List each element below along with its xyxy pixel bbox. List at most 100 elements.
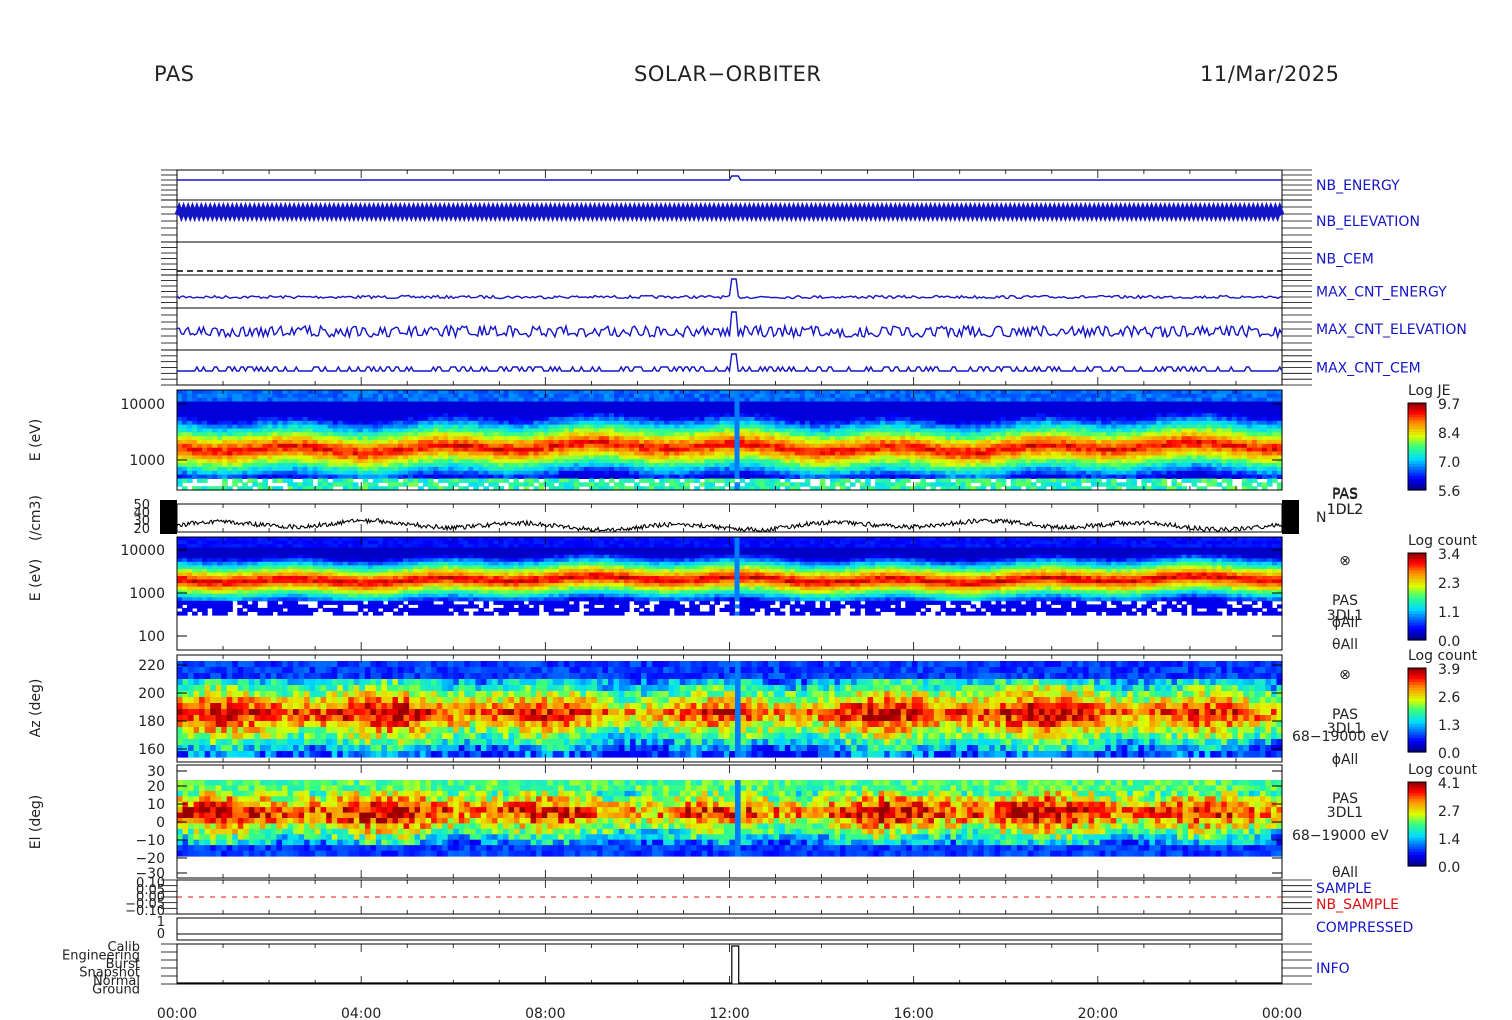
- energy-1dl2-cell: [262, 436, 268, 440]
- energy-1dl2-cell: [1116, 413, 1122, 417]
- energy-1dl2-cell: [212, 421, 218, 425]
- energy-1dl2-cell: [800, 467, 806, 471]
- energy-1dl2-cell: [458, 467, 464, 471]
- energy-1dl2-cell: [408, 413, 414, 417]
- energy-1dl2-cell: [488, 425, 494, 429]
- energy-1dl2-cell: [684, 471, 690, 475]
- energy-1dl2-cell: [1121, 482, 1127, 486]
- energy-1dl2-cell: [348, 479, 354, 483]
- energy-1dl2-cell: [840, 463, 846, 467]
- energy-1dl2-cell: [448, 394, 454, 398]
- energy-1dl2-cell: [534, 429, 540, 433]
- energy-1dl2-cell: [1126, 436, 1132, 440]
- nb-cem-panel: [177, 242, 1282, 275]
- energy-1dl2-cell: [182, 413, 188, 417]
- energy-1dl2-cell: [383, 467, 389, 471]
- energy-1dl2-cell: [544, 432, 550, 436]
- energy-1dl2-cell: [689, 413, 695, 417]
- energy-1dl2-cell: [398, 402, 404, 406]
- energy-1dl2-cell: [775, 471, 781, 475]
- energy-1dl2-cell: [458, 429, 464, 433]
- energy-1dl2-cell: [760, 429, 766, 433]
- energy-1dl2-cell: [468, 463, 474, 467]
- energy-1dl2-cell: [976, 409, 982, 413]
- energy-1dl2-cell: [318, 479, 324, 483]
- energy-1dl2-cell: [549, 432, 555, 436]
- energy-1dl2-cell: [1011, 413, 1017, 417]
- energy-1dl2-cell: [649, 394, 655, 398]
- energy-1dl2-cell: [790, 471, 796, 475]
- energy-1dl2-cell: [1071, 452, 1077, 456]
- energy-1dl2-cell: [1101, 398, 1107, 402]
- energy-1dl2-cell: [679, 421, 685, 425]
- energy-1dl2-cell: [1026, 402, 1032, 406]
- energy-1dl2-cell: [323, 390, 329, 394]
- energy-1dl2-cell: [353, 436, 359, 440]
- energy-1dl2-cell: [1106, 463, 1112, 467]
- energy-1dl2-cell: [514, 475, 520, 479]
- energy-1dl2-cell: [634, 394, 640, 398]
- energy-1dl2-cell: [388, 455, 394, 459]
- energy-1dl2-cell: [895, 479, 901, 483]
- energy-1dl2-cell: [1066, 444, 1072, 448]
- energy-1dl2-cell: [227, 471, 233, 475]
- energy-1dl2-cell: [574, 413, 580, 417]
- energy-1dl2-cell: [278, 459, 284, 463]
- energy-1dl2-cell: [584, 448, 590, 452]
- energy-1dl2-cell: [579, 440, 585, 444]
- energy-1dl2-cell: [820, 421, 826, 425]
- energy-1dl2-cell: [413, 413, 419, 417]
- energy-1dl2-cell: [493, 390, 499, 394]
- energy-1dl2-cell: [323, 448, 329, 452]
- energy-1dl2-cell: [795, 390, 801, 394]
- energy-1dl2-cell: [694, 417, 700, 421]
- energy-1dl2-cell: [383, 436, 389, 440]
- energy-1dl2-cell: [242, 444, 248, 448]
- energy-1dl2-cell: [1146, 429, 1152, 433]
- energy-1dl2-cell: [539, 482, 545, 486]
- energy-1dl2-cell: [720, 448, 726, 452]
- energy-1dl2-cell: [1131, 394, 1137, 398]
- energy-1dl2-cell: [629, 467, 635, 471]
- energy-1dl2-cell: [272, 432, 278, 436]
- energy-1dl2-cell: [941, 405, 947, 409]
- energy-1dl2-cell: [885, 436, 891, 440]
- energy-1dl2-cell: [1031, 444, 1037, 448]
- energy-1dl2-cell: [428, 413, 434, 417]
- energy-1dl2-cell: [1026, 463, 1032, 467]
- energy-1dl2-cell: [272, 440, 278, 444]
- energy-1dl2-cell: [991, 467, 997, 471]
- energy-1dl2-cell: [443, 467, 449, 471]
- energy-1dl2-cell: [478, 425, 484, 429]
- energy-1dl2-cell: [403, 463, 409, 467]
- energy-1dl2-cell: [298, 409, 304, 413]
- energy-1dl2-cell: [629, 402, 635, 406]
- energy-1dl2-cell: [559, 482, 565, 486]
- energy-1dl2-cell: [283, 405, 289, 409]
- energy-1dl2-cell: [639, 402, 645, 406]
- energy-1dl2-cell: [483, 479, 489, 483]
- energy-1dl2-cell: [870, 398, 876, 402]
- energy-1dl2-cell: [559, 471, 565, 475]
- energy-1dl2-cell: [1051, 421, 1057, 425]
- energy-1dl2-cell: [996, 455, 1002, 459]
- energy-1dl2-cell: [669, 475, 675, 479]
- energy-1dl2-cell: [252, 425, 258, 429]
- energy-1dl2-cell: [1021, 452, 1027, 456]
- energy-1dl2-cell: [981, 455, 987, 459]
- energy-1dl2-cell: [413, 429, 419, 433]
- energy-1dl2-cell: [925, 463, 931, 467]
- energy-1dl2-cell: [930, 463, 936, 467]
- energy-1dl2-cell: [1096, 459, 1102, 463]
- energy-1dl2-cell: [428, 455, 434, 459]
- energy-1dl2-cell: [644, 467, 650, 471]
- energy-1dl2-cell: [1121, 452, 1127, 456]
- energy-1dl2-cell: [1001, 394, 1007, 398]
- energy-1dl2-cell: [1116, 421, 1122, 425]
- energy-1dl2-cell: [875, 482, 881, 486]
- energy-1dl2-cell: [478, 467, 484, 471]
- energy-1dl2-cell: [1021, 463, 1027, 467]
- energy-1dl2-cell: [1046, 413, 1052, 417]
- energy-1dl2-cell: [257, 421, 263, 425]
- energy-1dl2-cell: [930, 455, 936, 459]
